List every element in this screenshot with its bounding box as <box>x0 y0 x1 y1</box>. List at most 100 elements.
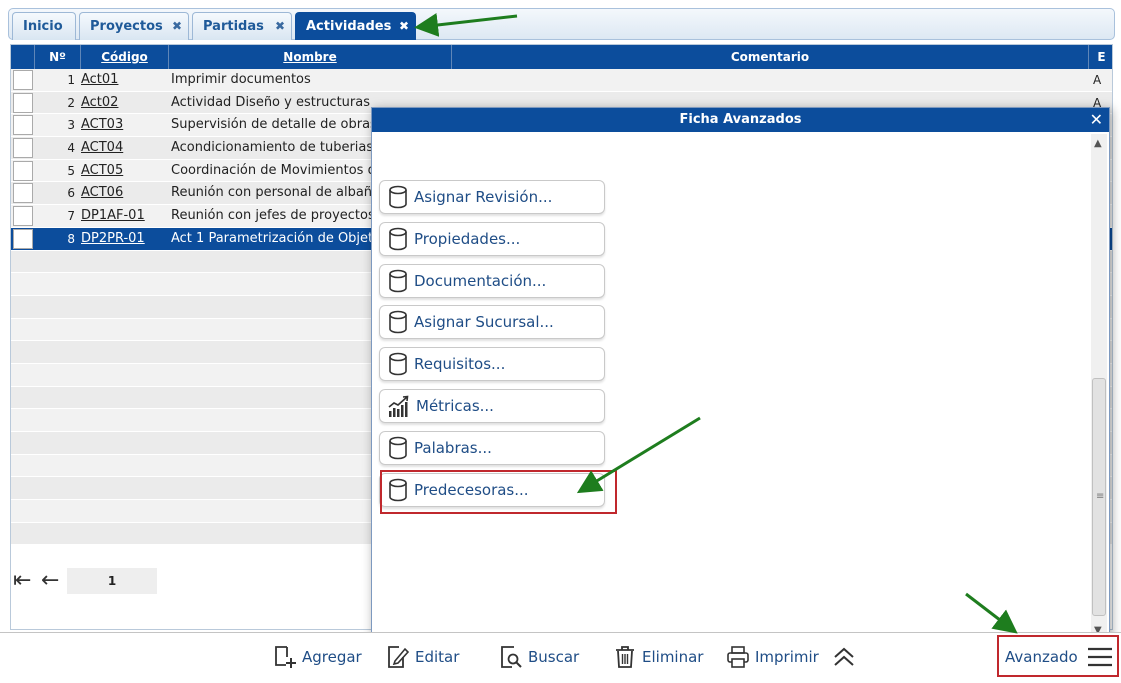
prev-page-icon[interactable]: ← <box>41 569 59 593</box>
button-label: Avanzado <box>1005 648 1078 666</box>
scroll-thumb[interactable]: ≡ <box>1092 378 1106 616</box>
search-icon <box>501 646 522 668</box>
tab-label: Proyectos <box>90 19 163 34</box>
grip-icon: ≡ <box>1096 491 1105 502</box>
row-checkbox[interactable] <box>13 228 33 249</box>
row-checkbox[interactable] <box>13 92 33 113</box>
documentation-button[interactable]: Documentación... <box>379 264 605 298</box>
row-code-link[interactable]: ACT06 <box>81 182 123 204</box>
chart-icon <box>388 395 409 417</box>
hamburger-icon <box>1087 647 1112 667</box>
button-label: Buscar <box>528 648 580 666</box>
grid-header: Nº Código Nombre Comentario E <box>11 45 1112 69</box>
first-page-icon[interactable]: ⇤ <box>13 569 31 593</box>
metrics-button[interactable]: Métricas... <box>379 389 605 423</box>
row-name: Imprimir documentos <box>171 72 311 87</box>
row-number: 2 <box>67 95 75 110</box>
header-name[interactable]: Nombre <box>169 45 452 69</box>
add-button[interactable]: Agregar <box>274 643 362 671</box>
printer-icon <box>727 646 749 668</box>
row-name: Reunión con jefes de proyectos <box>171 208 375 224</box>
tab-actividades[interactable]: Actividades ✖ <box>295 12 416 40</box>
row-code-link[interactable]: DP2PR-01 <box>81 228 145 250</box>
row-name: Reunión con personal de albañilería <box>171 185 405 201</box>
collapse-button[interactable] <box>832 643 862 671</box>
button-label: Requisitos... <box>414 355 506 373</box>
button-label: Propiedades... <box>414 230 521 248</box>
chevron-up-double-icon <box>834 647 854 666</box>
tab-proyectos[interactable]: Proyectos ✖ <box>79 12 189 40</box>
row-number: 8 <box>67 231 75 246</box>
row-code-link[interactable]: ACT03 <box>81 114 123 136</box>
print-button[interactable]: Imprimir <box>727 643 819 671</box>
close-icon[interactable]: ✖ <box>275 13 285 40</box>
row-checkbox[interactable] <box>13 138 33 159</box>
bottom-toolbar: Agregar Editar Buscar Eliminar Imprimir … <box>0 632 1121 683</box>
row-number: 6 <box>67 186 75 201</box>
dialog-title: Ficha Avanzados <box>372 108 1109 132</box>
tab-label: Inicio <box>23 19 63 34</box>
close-icon[interactable]: ✕ <box>1090 108 1103 132</box>
row-code-link[interactable]: ACT04 <box>81 137 123 159</box>
edit-button[interactable]: Editar <box>387 643 459 671</box>
header-select <box>11 45 35 69</box>
requirements-button[interactable]: Requisitos... <box>379 347 605 381</box>
header-state[interactable]: E <box>1089 45 1114 69</box>
advanced-button[interactable]: Avanzado <box>1005 645 1114 669</box>
row-code-link[interactable]: DP1AF-01 <box>81 205 145 227</box>
table-row[interactable]: 1 Act01 Imprimir documentos A <box>11 69 1112 92</box>
row-name: Supervisión de detalle de obras <box>171 117 377 133</box>
row-number: 1 <box>67 73 75 87</box>
edit-icon <box>388 646 409 668</box>
row-checkbox[interactable] <box>13 70 33 90</box>
row-number: 5 <box>67 163 75 178</box>
row-number: 7 <box>67 209 75 224</box>
database-icon <box>389 436 407 460</box>
row-number: 3 <box>67 118 75 133</box>
dialog-scrollbar[interactable]: ▲ ≡ ▼ <box>1091 134 1107 640</box>
row-name: Act 1 Parametrización de Objetivos <box>171 230 400 246</box>
advanced-dialog: Ficha Avanzados ✕ ▲ ≡ ▼ Asignar Revisión… <box>371 107 1110 641</box>
scroll-up-icon[interactable]: ▲ <box>1094 138 1102 149</box>
database-icon <box>389 269 407 293</box>
header-code[interactable]: Código <box>81 45 169 69</box>
header-comment[interactable]: Comentario <box>452 45 1089 69</box>
button-label: Métricas... <box>416 397 494 415</box>
button-label: Asignar Sucursal... <box>414 313 554 331</box>
tab-inicio[interactable]: Inicio <box>12 12 76 40</box>
trash-icon <box>616 646 634 668</box>
row-name: Acondicionamiento de tuberias <box>171 140 374 156</box>
row-checkbox[interactable] <box>13 160 33 181</box>
database-icon <box>389 310 407 334</box>
words-button[interactable]: Palabras... <box>379 431 605 465</box>
header-num[interactable]: Nº <box>35 45 81 69</box>
row-name: Actividad Diseño y estructuras <box>171 94 370 110</box>
properties-button[interactable]: Propiedades... <box>379 222 605 256</box>
row-checkbox[interactable] <box>13 115 33 136</box>
tab-label: Actividades <box>306 19 392 34</box>
tab-partidas[interactable]: Partidas ✖ <box>192 12 292 40</box>
assign-branch-button[interactable]: Asignar Sucursal... <box>379 305 605 339</box>
database-icon <box>389 185 407 209</box>
row-checkbox[interactable] <box>13 183 33 204</box>
assign-revision-button[interactable]: Asignar Revisión... <box>379 180 605 214</box>
search-button[interactable]: Buscar <box>500 643 579 671</box>
page-number[interactable]: 1 <box>67 568 157 594</box>
close-icon[interactable]: ✖ <box>399 13 409 40</box>
button-label: Eliminar <box>642 648 704 666</box>
button-label: Asignar Revisión... <box>414 188 553 206</box>
row-state: A <box>1093 73 1102 87</box>
button-label: Palabras... <box>414 439 492 457</box>
row-code-link[interactable]: Act01 <box>81 69 118 91</box>
delete-button[interactable]: Eliminar <box>614 643 703 671</box>
row-number: 4 <box>67 141 75 156</box>
row-checkbox[interactable] <box>13 206 33 227</box>
add-icon <box>275 646 296 668</box>
button-label: Editar <box>415 648 460 666</box>
database-icon <box>389 227 407 251</box>
close-icon[interactable]: ✖ <box>172 13 182 40</box>
row-code-link[interactable]: ACT05 <box>81 160 123 182</box>
highlight-box <box>380 470 617 514</box>
row-code-link[interactable]: Act02 <box>81 92 118 114</box>
tab-bar: Inicio Proyectos ✖ Partidas ✖ Actividade… <box>8 8 1115 40</box>
